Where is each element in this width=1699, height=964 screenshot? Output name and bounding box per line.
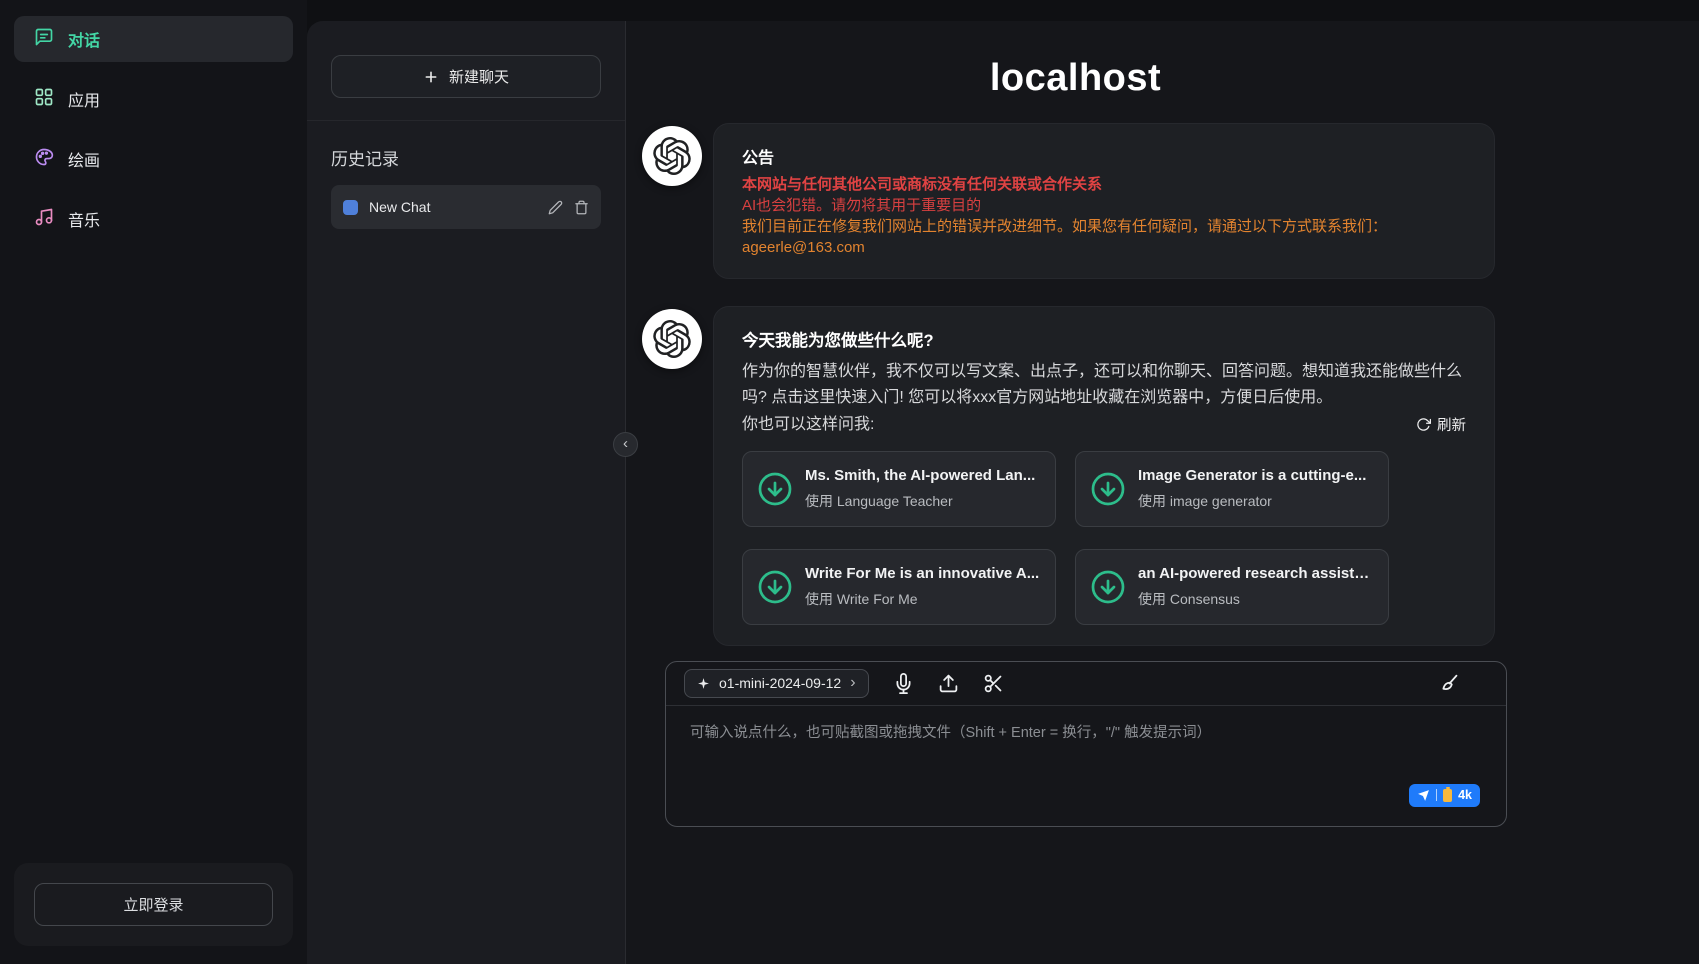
grid-icon <box>34 87 54 112</box>
suggestion-grid: Ms. Smith, the AI-powered Lan... 使用 Lang… <box>742 451 1466 625</box>
sidebar-item-label: 对话 <box>68 27 100 51</box>
sidebar-item-chat[interactable]: 对话 <box>14 16 293 62</box>
openai-logo-icon <box>653 137 691 175</box>
sparkle-icon <box>697 677 710 690</box>
badge-divider <box>1436 789 1437 801</box>
new-chat-section: 新建聊天 <box>307 21 625 121</box>
music-note-icon <box>34 207 54 232</box>
send-token-badge[interactable]: 4k <box>1409 784 1480 807</box>
upload-icon[interactable] <box>938 673 959 694</box>
sidebar-item-apps[interactable]: 应用 <box>14 76 293 122</box>
announcement-bubble: 公告 本网站与任何其他公司或商标没有任何关联或合作关系 AI也会犯错。请勿将其用… <box>713 123 1495 279</box>
composer-toolbar: o1-mini-2024-09-12 › <box>666 662 1506 706</box>
trash-icon[interactable] <box>574 200 589 215</box>
refresh-icon <box>1416 417 1431 432</box>
page-title: localhost <box>642 57 1509 100</box>
message-input[interactable]: 可输入说点什么，也可贴截图或拖拽文件（Shift + Enter = 换行，"/… <box>666 706 1506 827</box>
arrow-down-circle-icon <box>757 569 793 605</box>
sidebar-item-label: 应用 <box>68 87 100 111</box>
chat-color-swatch <box>343 200 358 215</box>
suggestion-card[interactable]: Ms. Smith, the AI-powered Lan... 使用 Lang… <box>742 451 1056 527</box>
sidebar-item-label: 绘画 <box>68 147 100 171</box>
microphone-icon[interactable] <box>893 673 914 694</box>
welcome-body: 作为你的智慧伙伴，我不仅可以写文案、出点子，还可以和你聊天、回答问题。想知道我还… <box>742 359 1466 410</box>
arrow-down-circle-icon <box>1090 471 1126 507</box>
suggestion-card[interactable]: an AI-powered research assista... 使用 Con… <box>1075 549 1389 625</box>
model-selector[interactable]: o1-mini-2024-09-12 › <box>684 669 869 698</box>
assistant-avatar <box>642 309 702 369</box>
suggestion-subtitle: 使用 Language Teacher <box>805 491 1035 511</box>
edit-icon[interactable] <box>548 200 563 215</box>
contact-email-link[interactable]: ageerle@163.com <box>742 237 865 258</box>
assistant-avatar <box>642 126 702 186</box>
ask-line: 你也可以这样问我: <box>742 412 874 438</box>
app-root: 对话 应用 绘画 音乐 立即登录 <box>0 0 1699 964</box>
suggestion-card[interactable]: Image Generator is a cutting-e... 使用 ima… <box>1075 451 1389 527</box>
suggestion-subtitle: 使用 Consensus <box>1138 589 1374 609</box>
token-battery-icon <box>1443 789 1452 802</box>
chat-list-panel: 新建聊天 历史记录 New Chat ‹ <box>307 21 626 964</box>
new-chat-label: 新建聊天 <box>449 66 509 87</box>
token-count: 4k <box>1458 788 1472 802</box>
chevron-right-icon: › <box>850 675 855 691</box>
announcement-heading: 公告 <box>742 144 1466 168</box>
composer: o1-mini-2024-09-12 › <box>665 661 1507 827</box>
sidebar-item-paint[interactable]: 绘画 <box>14 136 293 182</box>
workspace: 新建聊天 历史记录 New Chat ‹ localhost <box>307 21 1699 964</box>
refresh-label: 刷新 <box>1437 414 1466 435</box>
announcement-line: 我们目前正在修复我们网站上的错误并改进细节。如果您有任何疑问，请通过以下方式联系… <box>742 216 1466 237</box>
scissors-icon[interactable] <box>983 673 1004 694</box>
sidebar-footer: 立即登录 <box>14 863 293 946</box>
model-name: o1-mini-2024-09-12 <box>719 675 841 691</box>
announcement-line: 本网站与任何其他公司或商标没有任何关联或合作关系 <box>742 174 1466 195</box>
suggestion-subtitle: 使用 image generator <box>1138 491 1366 511</box>
arrow-down-circle-icon <box>757 471 793 507</box>
chat-bubble-icon <box>34 27 54 52</box>
input-placeholder: 可输入说点什么，也可贴截图或拖拽文件（Shift + Enter = 换行，"/… <box>666 706 1506 742</box>
sidebar-item-music[interactable]: 音乐 <box>14 196 293 242</box>
suggestion-title: an AI-powered research assista... <box>1138 565 1374 582</box>
sidebar: 对话 应用 绘画 音乐 立即登录 <box>0 0 307 964</box>
chat-main: localhost 公告 本网站与任何其他公司或商标没有任何关联或合作关系 AI… <box>626 21 1699 964</box>
suggestion-texts: an AI-powered research assista... 使用 Con… <box>1138 565 1374 609</box>
new-chat-button[interactable]: 新建聊天 <box>331 55 601 98</box>
suggestion-texts: Write For Me is an innovative A... 使用 Wr… <box>805 565 1039 609</box>
clear-context-broom-icon[interactable] <box>1439 673 1460 694</box>
send-icon <box>1417 789 1430 802</box>
welcome-heading: 今天我能为您做些什么呢? <box>742 327 1466 351</box>
message-welcome: 今天我能为您做些什么呢? 作为你的智慧伙伴，我不仅可以写文案、出点子，还可以和你… <box>642 306 1495 646</box>
sidebar-item-label: 音乐 <box>68 207 100 231</box>
openai-logo-icon <box>653 320 691 358</box>
suggestion-title: Image Generator is a cutting-e... <box>1138 467 1366 484</box>
collapse-sidebar-handle[interactable]: ‹ <box>613 432 638 457</box>
login-button[interactable]: 立即登录 <box>34 883 273 926</box>
suggestion-subtitle: 使用 Write For Me <box>805 589 1039 609</box>
prompt-row: 你也可以这样问我: 刷新 <box>742 412 1466 438</box>
suggestion-title: Write For Me is an innovative A... <box>805 565 1039 582</box>
message-announcement: 公告 本网站与任何其他公司或商标没有任何关联或合作关系 AI也会犯错。请勿将其用… <box>642 123 1495 279</box>
announcement-line: AI也会犯错。请勿将其用于重要目的 <box>742 195 1466 216</box>
refresh-button[interactable]: 刷新 <box>1416 414 1466 435</box>
suggestion-card[interactable]: Write For Me is an innovative A... 使用 Wr… <box>742 549 1056 625</box>
welcome-bubble: 今天我能为您做些什么呢? 作为你的智慧伙伴，我不仅可以写文案、出点子，还可以和你… <box>713 306 1495 646</box>
suggestion-texts: Image Generator is a cutting-e... 使用 ima… <box>1138 467 1366 511</box>
suggestion-texts: Ms. Smith, the AI-powered Lan... 使用 Lang… <box>805 467 1035 511</box>
suggestion-title: Ms. Smith, the AI-powered Lan... <box>805 467 1035 484</box>
arrow-down-circle-icon <box>1090 569 1126 605</box>
chat-title: New Chat <box>369 199 537 215</box>
chat-list-item[interactable]: New Chat <box>331 185 601 229</box>
palette-icon <box>34 147 54 172</box>
history-title: 历史记录 <box>331 145 601 170</box>
plus-icon <box>423 69 439 85</box>
